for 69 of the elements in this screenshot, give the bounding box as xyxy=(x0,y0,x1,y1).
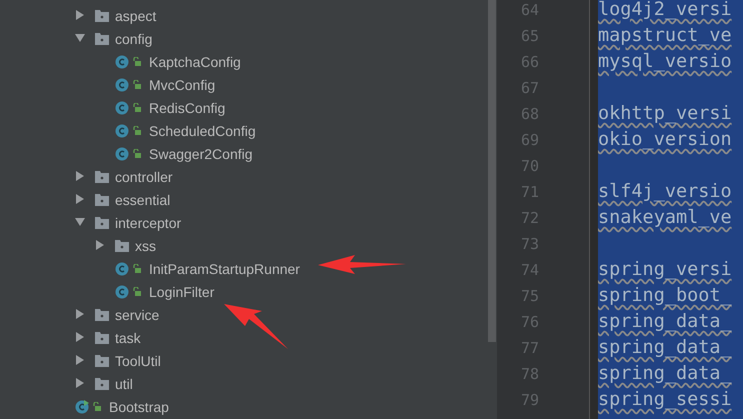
code-line: spring_sessi xyxy=(598,389,732,410)
collapsed-arrow-icon[interactable] xyxy=(75,332,85,342)
code-line: mapstruct_ve xyxy=(598,25,732,46)
code-line: spring_versi xyxy=(598,259,732,280)
folder-icon xyxy=(95,354,109,366)
folder-name[interactable]: util xyxy=(115,376,133,392)
class-icon xyxy=(115,284,129,298)
folder-icon xyxy=(95,32,109,44)
collapsed-arrow-icon[interactable] xyxy=(75,10,85,20)
run-class-icon xyxy=(75,400,89,414)
lock-icon xyxy=(133,103,141,112)
code-line: mysql_versio xyxy=(598,51,732,72)
folder-icon xyxy=(115,240,129,252)
folder-name[interactable]: ToolUtil xyxy=(115,352,161,368)
lock-icon xyxy=(133,80,141,89)
class-icon xyxy=(115,54,129,68)
code-line: snakeyaml_ve xyxy=(598,207,732,228)
class-icon xyxy=(115,146,129,160)
folder-icon xyxy=(95,216,109,228)
class-name[interactable]: InitParamStartupRunner xyxy=(149,260,300,276)
collapsed-arrow-icon[interactable] xyxy=(75,308,85,318)
class-name[interactable]: MvcConfig xyxy=(149,76,216,92)
class-name[interactable]: ScheduledConfig xyxy=(149,122,256,138)
code-line: log4j2_versi xyxy=(598,0,732,20)
folder-name[interactable]: aspect xyxy=(115,8,156,24)
folder-name[interactable]: xss xyxy=(135,238,156,254)
collapsed-arrow-icon[interactable] xyxy=(75,354,85,364)
scrollbar-thumb[interactable] xyxy=(488,0,496,342)
folder-icon xyxy=(95,170,109,182)
folder-icon xyxy=(95,10,109,22)
folder-icon xyxy=(95,378,109,390)
class-icon xyxy=(115,100,129,114)
class-name[interactable]: KaptchaConfig xyxy=(149,54,241,70)
code-line: spring_data_ xyxy=(598,337,732,358)
folder-name[interactable]: essential xyxy=(115,192,170,208)
class-name[interactable]: Bootstrap xyxy=(109,398,169,414)
class-icon xyxy=(115,124,129,138)
folder-name[interactable]: service xyxy=(115,306,160,322)
folder-icon xyxy=(95,308,109,320)
lock-icon xyxy=(133,264,141,273)
code-line: spring_data_ xyxy=(598,311,732,332)
class-icon xyxy=(115,262,129,276)
lock-icon xyxy=(133,126,141,135)
annotation-arrow xyxy=(224,304,288,349)
class-name[interactable]: LoginFilter xyxy=(149,284,214,300)
folder-name[interactable]: task xyxy=(115,330,141,346)
code-line: spring_boot_ xyxy=(598,285,732,306)
folder-name[interactable]: config xyxy=(115,30,152,46)
class-name[interactable]: Swagger2Config xyxy=(149,146,253,162)
lock-icon xyxy=(133,287,141,296)
expanded-arrow-icon[interactable] xyxy=(75,216,85,226)
lock-icon xyxy=(133,57,141,66)
code-line: okio_version xyxy=(598,129,732,150)
expanded-arrow-icon[interactable] xyxy=(75,32,85,42)
class-name[interactable]: RedisConfig xyxy=(149,100,226,116)
lock-icon xyxy=(133,149,141,158)
code-line: okhttp_versi xyxy=(598,103,732,124)
lock-icon xyxy=(93,402,101,411)
folder-icon xyxy=(95,194,109,206)
code-line: spring_data_ xyxy=(598,363,732,384)
collapsed-arrow-icon[interactable] xyxy=(95,240,105,250)
class-icon xyxy=(115,78,129,92)
code-line: slf4j_versio xyxy=(598,181,732,202)
collapsed-arrow-icon[interactable] xyxy=(75,194,85,204)
collapsed-arrow-icon[interactable] xyxy=(75,378,85,388)
collapsed-arrow-icon[interactable] xyxy=(75,170,85,180)
folder-name[interactable]: controller xyxy=(115,168,173,184)
folder-icon xyxy=(95,332,109,344)
folder-name[interactable]: interceptor xyxy=(115,214,182,230)
